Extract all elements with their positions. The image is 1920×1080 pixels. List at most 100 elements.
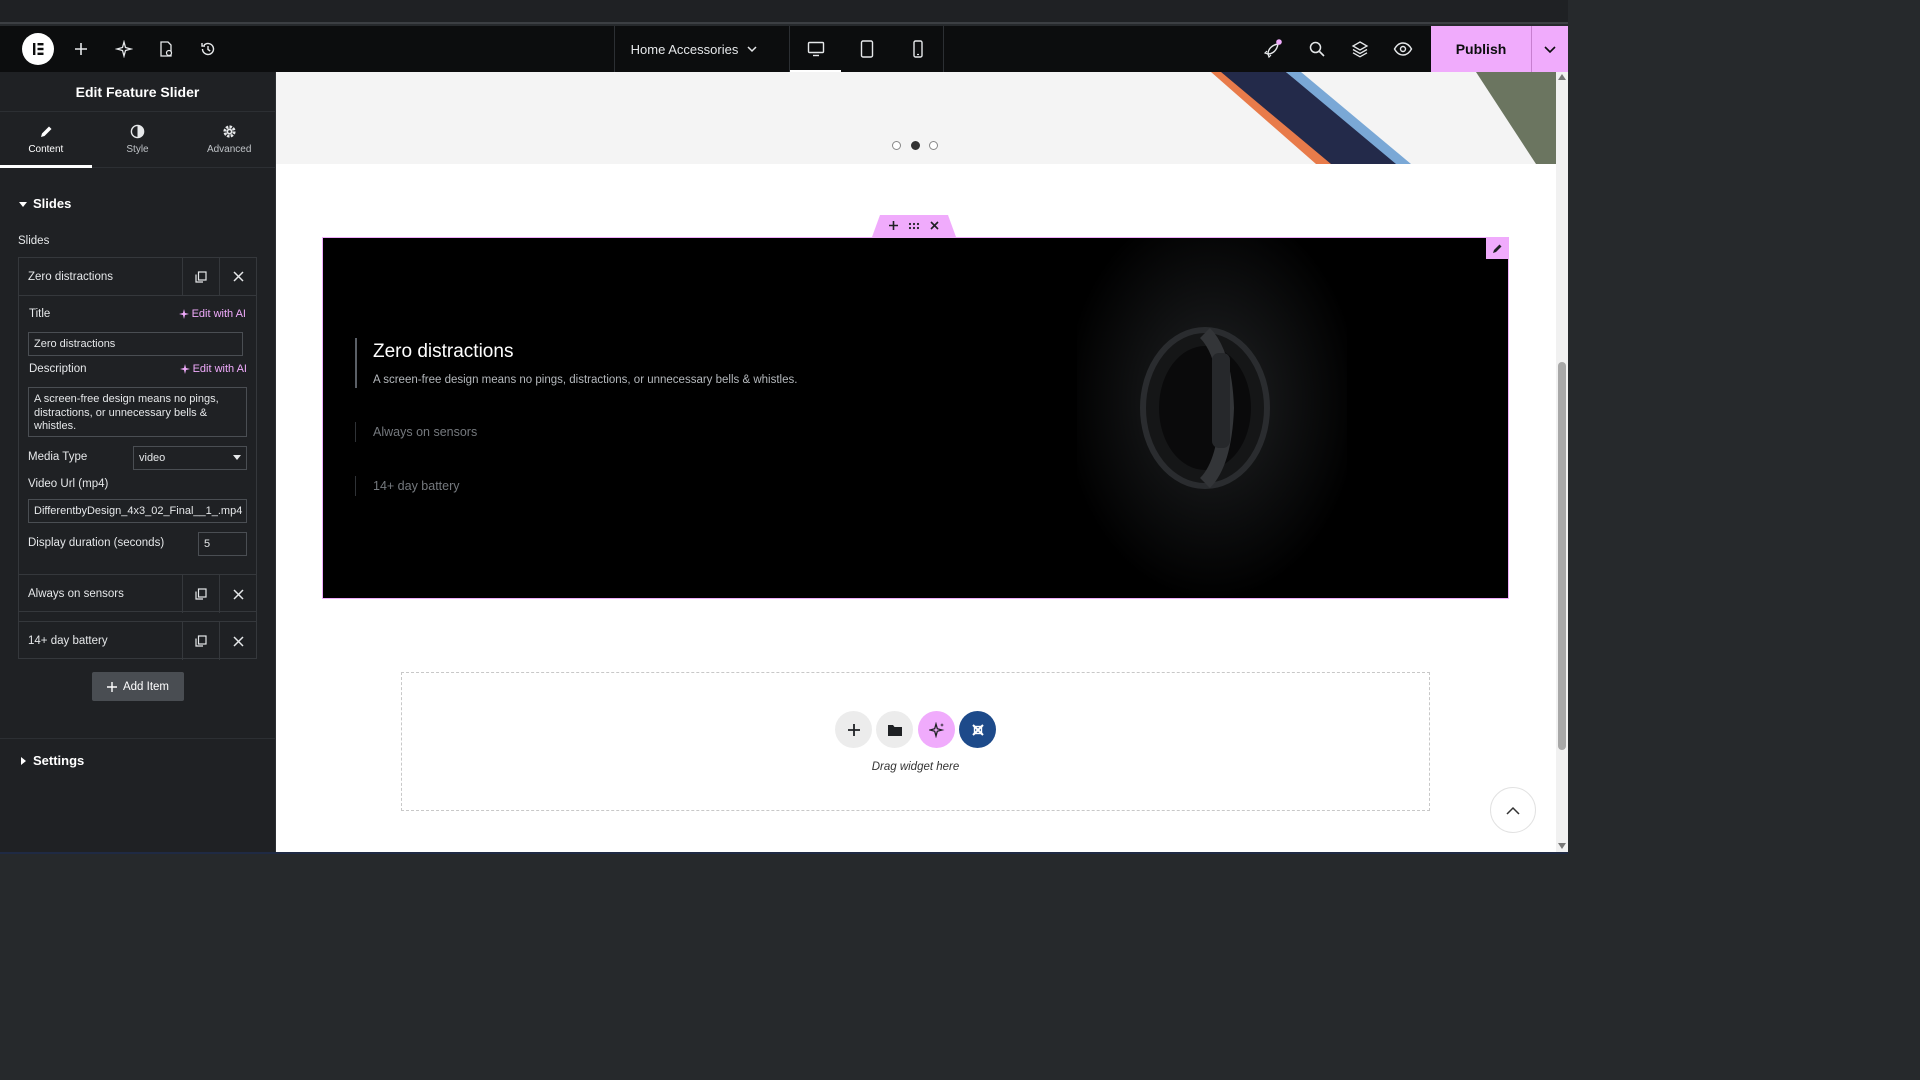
- remove-item-button[interactable]: [219, 622, 256, 660]
- repeater-item[interactable]: Always on sensors: [18, 574, 257, 613]
- preview-canvas: Zero distractions A screen-free design m…: [276, 72, 1556, 852]
- desktop-view-button[interactable]: [790, 26, 841, 72]
- scroll-to-top-button[interactable]: [1490, 787, 1536, 833]
- repeater-item[interactable]: 14+ day battery: [18, 621, 257, 660]
- mobile-view-button[interactable]: [892, 26, 943, 72]
- kit-icon: [971, 723, 984, 736]
- half-circle-icon: [130, 124, 145, 139]
- description-field-row: Description Edit with AI: [29, 363, 247, 375]
- page-settings-icon[interactable]: [154, 37, 178, 61]
- pencil-icon: [1492, 244, 1501, 253]
- notifications-rocket-icon[interactable]: [1261, 37, 1285, 61]
- tab-style[interactable]: Style: [92, 112, 184, 167]
- caret-down-icon: [19, 201, 27, 207]
- slide-item[interactable]: Always on sensors: [373, 425, 477, 439]
- item-indicator: [355, 476, 356, 496]
- desktop-icon: [807, 41, 824, 57]
- slides-section-toggle[interactable]: Slides: [19, 196, 71, 211]
- chevron-up-icon: [1506, 806, 1520, 815]
- repeater-item-header[interactable]: Zero distractions: [19, 257, 256, 296]
- ai-sparkle-icon: [178, 309, 189, 319]
- add-item-button[interactable]: Add Item: [92, 672, 184, 701]
- responsive-mode-switcher: [789, 26, 944, 72]
- folder-icon: [887, 724, 902, 736]
- tablet-icon: [860, 40, 873, 58]
- caret-down-icon: [233, 455, 241, 460]
- duration-input[interactable]: 5: [198, 532, 247, 556]
- publish-button[interactable]: Publish: [1431, 26, 1531, 72]
- chevron-down-icon: [747, 46, 757, 53]
- elementor-logo-icon[interactable]: [22, 33, 54, 65]
- title-input[interactable]: Zero distractions: [28, 332, 243, 356]
- slider-dot[interactable]: [892, 141, 901, 150]
- tab-label: Content: [28, 143, 64, 155]
- editor-topbar: Home Accessories Publish: [0, 26, 1568, 72]
- publish-options-button[interactable]: [1531, 26, 1568, 72]
- container-handle[interactable]: [872, 215, 956, 237]
- video-url-label: Video Url (mp4): [28, 478, 109, 490]
- section-title: Settings: [33, 753, 85, 768]
- close-icon: [232, 588, 244, 600]
- media-type-select[interactable]: video: [133, 446, 247, 470]
- add-container-icon[interactable]: [889, 219, 898, 233]
- plus-icon: [847, 723, 860, 736]
- drag-handle-icon[interactable]: [908, 219, 920, 233]
- repeater-item-header[interactable]: Always on sensors: [19, 575, 256, 613]
- slide-title[interactable]: Zero distractions: [373, 341, 513, 363]
- repeater-item-title: Zero distractions: [28, 270, 114, 283]
- scroll-up-arrow-icon[interactable]: [1558, 74, 1566, 80]
- chevron-down-icon: [1544, 46, 1556, 54]
- repeater-item-title: Always on sensors: [28, 588, 124, 600]
- duration-label: Display duration (seconds): [28, 537, 165, 549]
- section-title: Slides: [33, 196, 72, 211]
- edit-widget-button[interactable]: [1486, 237, 1508, 259]
- ai-sparkle-icon: [179, 364, 190, 374]
- description-textarea[interactable]: A screen-free design means no pings, dis…: [28, 387, 247, 437]
- remove-item-button[interactable]: [219, 575, 256, 613]
- panel-tabs: Content Style Advanced: [0, 112, 275, 168]
- layers-icon[interactable]: [1348, 37, 1372, 61]
- tab-advanced[interactable]: Advanced: [183, 112, 275, 167]
- canvas-scrollbar[interactable]: [1556, 72, 1568, 852]
- add-element-icon[interactable]: [69, 37, 93, 61]
- description-edit-with-ai[interactable]: Edit with AI: [179, 363, 247, 375]
- copy-icon: [195, 635, 207, 647]
- duplicate-item-button[interactable]: [182, 575, 219, 613]
- remove-item-button[interactable]: [219, 257, 256, 296]
- title-edit-with-ai[interactable]: Edit with AI: [178, 308, 246, 320]
- slider-dot-active[interactable]: [911, 141, 920, 150]
- kit-library-button[interactable]: [959, 711, 996, 748]
- duplicate-item-button[interactable]: [182, 622, 219, 660]
- scrollbar-thumb[interactable]: [1558, 362, 1566, 750]
- repeater-item-header[interactable]: 14+ day battery: [19, 622, 256, 660]
- add-template-button[interactable]: [876, 711, 913, 748]
- search-icon[interactable]: [1305, 37, 1329, 61]
- slide-item[interactable]: 14+ day battery: [373, 479, 460, 493]
- add-section-button[interactable]: [835, 711, 872, 748]
- settings-section-toggle[interactable]: Settings: [19, 753, 84, 768]
- slides-label: Slides: [18, 235, 50, 247]
- caret-right-icon: [21, 756, 26, 765]
- duplicate-item-button[interactable]: [182, 257, 219, 296]
- feature-slider-widget[interactable]: Zero distractions A screen-free design m…: [322, 237, 1509, 599]
- drop-zone[interactable]: Drag widget here: [401, 672, 1430, 811]
- mobile-icon: [912, 40, 923, 58]
- slider-dot[interactable]: [929, 141, 938, 150]
- ai-build-button[interactable]: [918, 711, 955, 748]
- preview-eye-icon[interactable]: [1391, 37, 1415, 61]
- video-url-input[interactable]: DifferentbyDesign_4x3_02_Final__1_.mp4: [28, 499, 247, 523]
- history-icon[interactable]: [196, 37, 220, 61]
- tablet-view-button[interactable]: [841, 26, 892, 72]
- gear-icon: [223, 125, 236, 138]
- drop-zone-label: Drag widget here: [871, 761, 960, 773]
- pencil-icon: [40, 126, 52, 137]
- editor-window: Home Accessories Publish Edit Feature Sl…: [0, 0, 1568, 882]
- delete-container-icon[interactable]: [930, 219, 939, 233]
- description-label: Description: [29, 363, 87, 375]
- watch-band-image: [1211, 72, 1556, 164]
- scroll-down-arrow-icon[interactable]: [1558, 843, 1566, 849]
- fitness-band-video: [1077, 238, 1347, 598]
- page-selector[interactable]: Home Accessories: [614, 26, 774, 72]
- tab-content[interactable]: Content: [0, 112, 92, 168]
- ai-sparkle-icon[interactable]: [112, 37, 136, 61]
